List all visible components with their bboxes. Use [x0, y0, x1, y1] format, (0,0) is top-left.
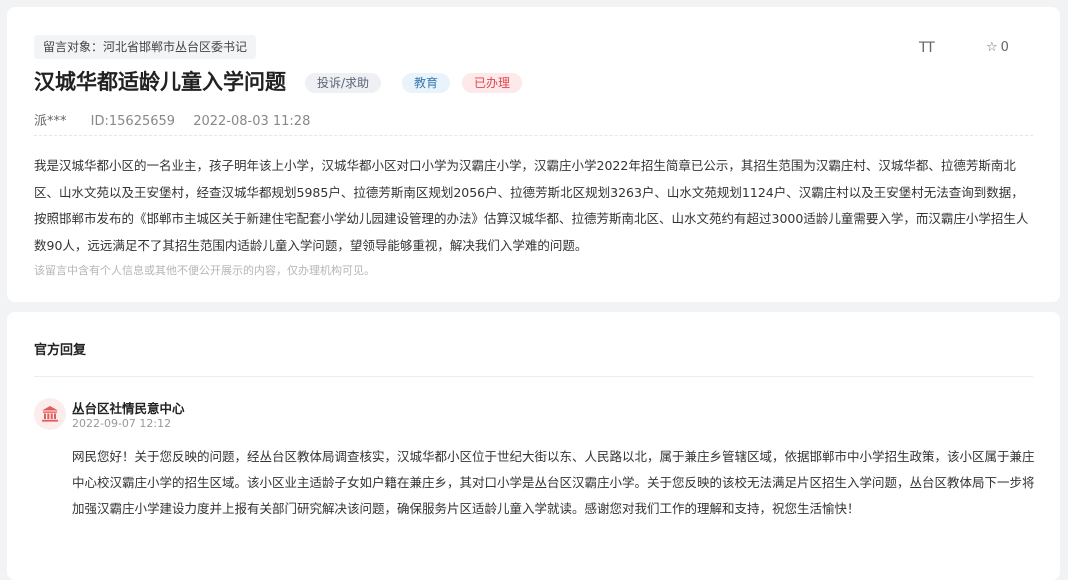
divider [34, 376, 1033, 377]
message-title: 汉城华都适龄儿童入学问题 [34, 70, 286, 94]
favorite-count: 0 [1000, 40, 1009, 55]
author-name: 派*** [34, 114, 67, 129]
category-badge: 教育 [402, 73, 451, 93]
star-outline-icon: ☆ [986, 40, 998, 55]
reply-card: 官方回复 丛台区社情民意中心 2022-09-07 12:12 网民您好！关于您… [7, 312, 1060, 580]
font-size-icon[interactable]: TT [919, 40, 935, 56]
message-id: ID:15625659 [90, 114, 176, 129]
message-content: 我是汉城华都小区的一名业主，孩子明年该上小学，汉城华都小区对口小学为汉霸庄小学，… [34, 158, 1029, 253]
message-meta: 派*** ID:15625659 2022-08-03 11:28 [34, 110, 324, 129]
message-card: 留言对象：河北省邯郸市丛台区委书记 TT ☆ 0 汉城华都适龄儿童入学问题 投诉/… [7, 7, 1060, 302]
type-badge: 投诉/求助 [305, 73, 382, 93]
reply-org-name: 丛台区社情民意中心 [72, 401, 185, 416]
privacy-notice: 该留言中含有个人信息或其他不便公开展示的内容，仅办理机构可见。 [34, 264, 375, 277]
favorite-button[interactable]: ☆ 0 [986, 40, 1009, 55]
reply-datetime: 2022-09-07 12:12 [72, 417, 172, 430]
status-badge: 已办理 [462, 73, 523, 93]
reply-heading: 官方回复 [34, 343, 87, 358]
message-datetime: 2022-08-03 11:28 [193, 114, 311, 129]
reply-content: 网民您好！关于您反映的问题，经丛台区教体局调查核实，汉城华都小区位于世纪大街以东… [72, 449, 1035, 516]
message-target-tag: 留言对象：河北省邯郸市丛台区委书记 [34, 35, 257, 59]
government-building-icon [34, 398, 66, 430]
divider [34, 135, 1033, 136]
